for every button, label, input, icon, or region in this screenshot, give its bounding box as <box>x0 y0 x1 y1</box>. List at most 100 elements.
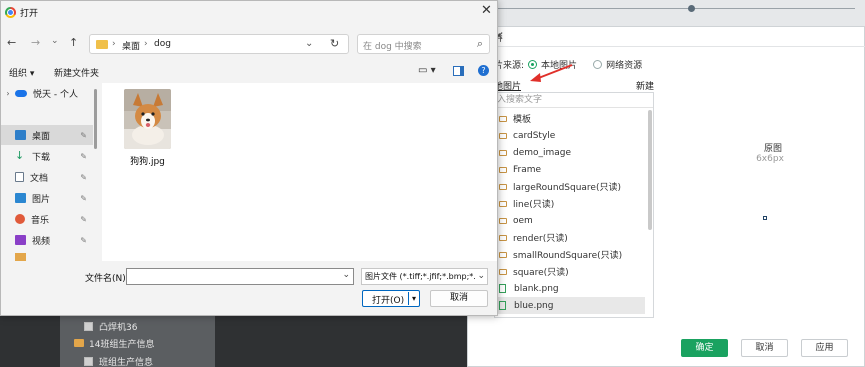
list-item-label: blue.png <box>514 300 554 311</box>
folder-icon <box>499 149 507 156</box>
search-input[interactable]: 在 dog 中搜索 ⌕ <box>357 34 490 54</box>
refresh-icon[interactable]: ↻ <box>330 37 339 50</box>
scrollbar[interactable] <box>94 89 97 149</box>
open-button[interactable]: 打开(O) ▾ <box>362 290 420 307</box>
slider-handle[interactable] <box>688 5 695 12</box>
picker-search-input[interactable]: 入搜索文字 <box>495 93 653 108</box>
music-icon <box>15 214 25 224</box>
tree-checkbox[interactable] <box>84 321 93 331</box>
list-item[interactable]: largeRoundSquare(只读) <box>495 178 645 195</box>
address-bar[interactable]: › 桌面 › dog ⌄ ↻ <box>89 34 349 54</box>
dialog-title-bar: 打开 ✕ <box>1 1 497 25</box>
dog-image-icon <box>124 89 171 149</box>
list-item[interactable]: 模板 <box>495 110 645 127</box>
document-icon <box>15 172 24 182</box>
sidebar-item-desktop[interactable]: 桌面 ✎ <box>1 125 93 145</box>
tree-row-label: 凸焊机36 <box>99 322 138 333</box>
scrollbar[interactable] <box>648 110 652 230</box>
picker-file-panel: 入搜索文字 模板 cardStyle demo_image Frame larg… <box>494 92 654 318</box>
folder-icon <box>499 115 507 122</box>
sidebar-item-onedrive[interactable]: › 悦天 - 个人 <box>1 83 93 103</box>
list-item-label: demo_image <box>513 147 572 158</box>
navigation-pane: › 悦天 - 个人 桌面 ✎ ↓ 下载 ✎ 文档 ✎ 图片 ✎ 音乐 ✎ 视频 … <box>1 83 96 261</box>
forward-arrow-icon[interactable]: → <box>31 36 40 49</box>
breadcrumb-dog[interactable]: dog <box>154 39 171 49</box>
close-icon[interactable]: ✕ <box>494 29 860 43</box>
help-icon[interactable]: ? <box>478 65 489 76</box>
radio-web-resource[interactable] <box>593 59 603 69</box>
sidebar-item-music[interactable]: 音乐 ✎ <box>1 209 93 229</box>
recent-dropdown-icon[interactable]: ⌄ <box>51 36 59 46</box>
sidebar-item-label: 悦天 - 个人 <box>33 89 78 100</box>
corgi-thumbnail[interactable] <box>124 89 171 149</box>
new-folder-button[interactable]: 新建文件夹 <box>54 66 99 79</box>
file-name-label[interactable]: 狗狗.jpg <box>124 154 171 167</box>
chevron-right-icon[interactable]: › <box>1 89 15 98</box>
sidebar-item-videos[interactable]: 视频 ✎ <box>1 230 93 250</box>
slider-track <box>480 8 855 9</box>
background-slider-strip <box>470 0 865 26</box>
pin-icon: ✎ <box>80 172 87 182</box>
preview-image <box>763 216 767 220</box>
list-item[interactable]: smallRoundSquare(只读) <box>495 246 645 263</box>
sidebar-item-downloads[interactable]: ↓ 下载 ✎ <box>1 146 93 166</box>
filename-field[interactable]: ⌄ <box>126 268 354 285</box>
list-item-label: 模板 <box>513 115 532 125</box>
list-item[interactable]: oem <box>495 212 645 229</box>
chevron-down-icon[interactable]: ⌄ <box>305 38 313 49</box>
filename-label: 文件名(N): <box>85 274 129 284</box>
filetype-value: 图片文件 (*.tiff;*.jfif;*.bmp;*.gi <box>365 272 484 281</box>
video-icon <box>15 235 26 245</box>
breadcrumb-separator: › <box>112 39 116 49</box>
folder-icon <box>499 234 507 241</box>
pin-icon: ✎ <box>80 214 87 224</box>
pin-icon: ✎ <box>80 130 87 140</box>
desktop-icon <box>15 130 26 140</box>
folder-icon <box>15 253 26 261</box>
list-item[interactable]: line(只读) <box>495 195 645 212</box>
apply-button[interactable]: 应用 <box>801 339 848 357</box>
list-item[interactable]: blank.png <box>495 280 645 297</box>
chevron-down-icon[interactable]: ⌄ <box>342 270 350 280</box>
list-item[interactable]: blue.png <box>495 297 645 314</box>
preview-pane-icon[interactable] <box>453 66 464 76</box>
organize-button[interactable]: 组织 ▾ <box>9 66 34 79</box>
new-button[interactable]: 新建 <box>636 79 654 92</box>
list-item[interactable]: Frame <box>495 161 645 178</box>
confirm-button[interactable]: 确定 <box>681 339 728 357</box>
tree-checkbox[interactable] <box>84 356 93 366</box>
list-item[interactable]: render(只读) <box>495 229 645 246</box>
close-icon[interactable]: ✕ <box>481 3 492 18</box>
tree-row[interactable]: 凸焊机36 <box>84 318 137 334</box>
picker-cancel-button[interactable]: 取消 <box>741 339 788 357</box>
breadcrumb-desktop[interactable]: 桌面 <box>122 39 140 52</box>
sidebar-item-partial[interactable] <box>1 253 93 261</box>
list-item[interactable]: square(只读) <box>495 263 645 280</box>
annotation-arrow-icon <box>530 64 573 82</box>
chevron-down-icon[interactable]: ⌄ <box>475 269 485 284</box>
tree-row[interactable]: 班组生产信息 <box>84 353 153 367</box>
back-arrow-icon[interactable]: ← <box>7 36 16 49</box>
view-mode-icon[interactable]: ▭ ▾ <box>418 65 436 76</box>
background-tree: 凸焊机36 14班组生产信息 班组生产信息 <box>60 316 215 367</box>
tab-local-images[interactable]: 地图片 <box>494 79 521 92</box>
list-item-label: line(只读) <box>513 200 555 210</box>
search-icon[interactable]: ⌕ <box>477 37 483 51</box>
picker-file-list: 模板 cardStyle demo_image Frame largeRound… <box>495 110 645 314</box>
filetype-select[interactable]: 图片文件 (*.tiff;*.jfif;*.bmp;*.gi ⌄ <box>361 268 488 285</box>
up-arrow-icon[interactable]: ↑ <box>69 36 78 49</box>
file-icon <box>499 284 506 293</box>
list-item[interactable]: cardStyle <box>495 127 645 144</box>
sidebar-item-documents[interactable]: 文档 ✎ <box>1 167 93 187</box>
open-split-dropdown-icon[interactable]: ▾ <box>408 292 419 305</box>
cancel-button[interactable]: 取消 <box>430 290 488 307</box>
dialog-footer: 文件名(N): ⌄ 图片文件 (*.tiff;*.jfif;*.bmp;*.gi… <box>1 261 497 315</box>
list-item[interactable]: demo_image <box>495 144 645 161</box>
tree-row[interactable]: 14班组生产信息 <box>74 335 154 351</box>
folder-icon <box>499 251 507 258</box>
folder-icon <box>499 217 507 224</box>
list-item-label: render(只读) <box>513 234 568 244</box>
folder-icon <box>96 40 108 49</box>
picker-tabs: 地图片 新建 <box>494 79 654 92</box>
sidebar-item-pictures[interactable]: 图片 ✎ <box>1 188 93 208</box>
